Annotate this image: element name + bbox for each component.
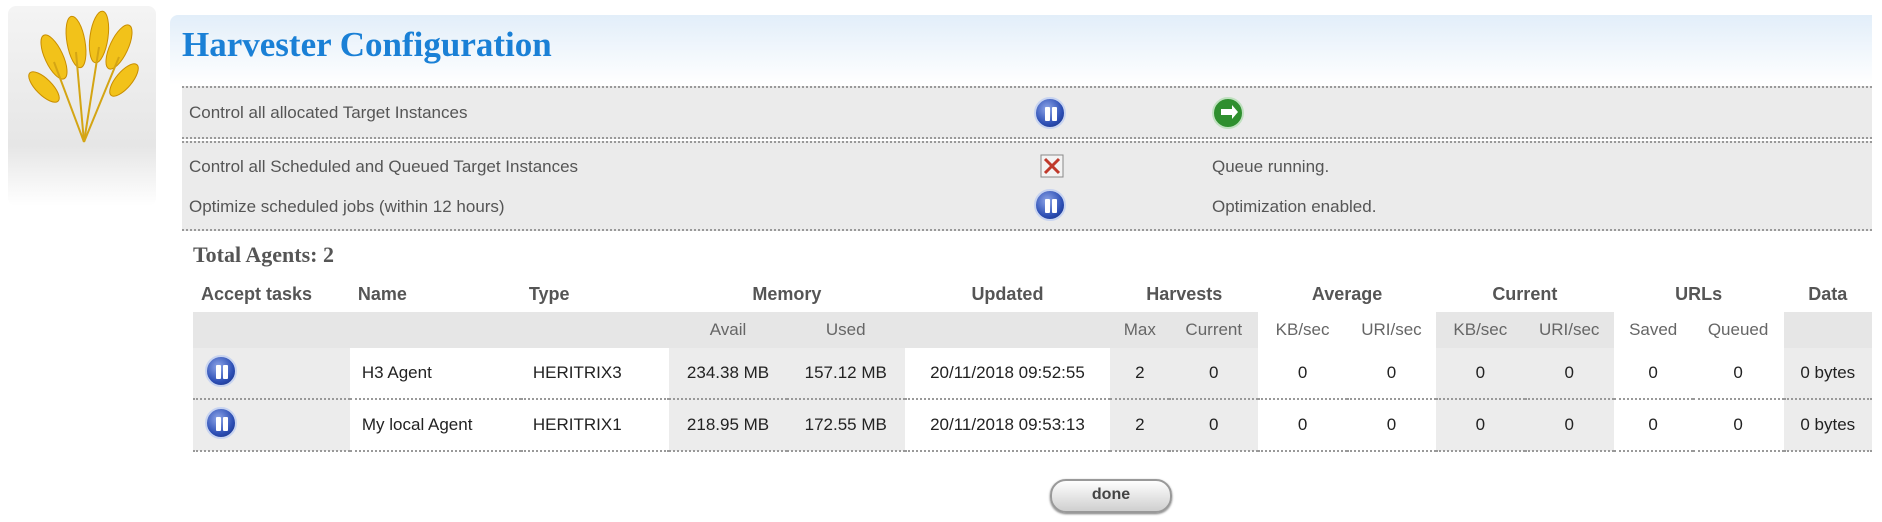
header-average: Average [1311,283,1383,304]
subheader-empty [1783,312,1872,348]
subheader-max: Max [1110,312,1170,348]
page-title: Harvester Configuration [182,25,552,64]
updated: 20/11/2018 09:53:13 [904,399,1111,452]
average-kb: 0 [1258,399,1347,452]
resume-icon[interactable] [1212,97,1244,134]
subheader-avg-uri: URI/sec [1346,312,1436,348]
current-uri: 0 [1524,348,1614,400]
control-label: Optimize scheduled jobs (within 12 hours… [189,197,505,216]
memory-avail: 218.95 MB [669,399,787,452]
control-label: Control all Scheduled and Queued Target … [189,157,579,176]
memory-used: 157.12 MB [786,348,905,400]
harvests-max: 2 [1110,399,1170,452]
control-row-allocated: Control all allocated Target Instances [182,93,1872,131]
pause-icon[interactable] [205,354,237,387]
agent-type: HERITRIX1 [520,399,670,452]
agent-name: My local Agent [349,399,521,452]
header-name: Name [357,283,407,304]
harvests-max: 2 [1110,348,1170,400]
memory-used: 172.55 MB [786,399,905,452]
control-panel-allocated: Control all allocated Target Instances [182,86,1872,139]
urls-queued: 0 [1692,399,1784,452]
urls-saved: 0 [1613,348,1693,400]
header-harvests: Harvests [1146,283,1223,304]
subheader-avg-kb: KB/sec [1258,312,1347,348]
average-uri: 0 [1346,348,1436,400]
control-panel-scheduled: Control all Scheduled and Queued Target … [182,141,1872,231]
header-type: Type [528,283,570,304]
pause-icon[interactable] [1034,97,1066,134]
logo-panel [8,6,156,206]
pause-icon[interactable] [1034,189,1066,226]
total-agents: Total Agents: 2 [193,242,334,267]
urls-queued: 0 [1692,348,1784,400]
harvests-current: 0 [1169,348,1259,400]
header-current: Current [1492,283,1558,304]
wheat-logo-icon [28,10,139,143]
subheader-cur-kb: KB/sec [1435,312,1525,348]
data-size: 0 bytes [1783,348,1872,400]
urls-saved: 0 [1613,399,1693,452]
subheader-used: Used [786,312,905,348]
current-uri: 0 [1524,399,1614,452]
header-memory: Memory [752,283,822,304]
average-kb: 0 [1258,348,1347,400]
subheader-empty [349,312,521,348]
subheader-avail: Avail [669,312,787,348]
accept-tasks-cell [193,348,350,400]
average-uri: 0 [1346,399,1436,452]
optimization-status: Optimization enabled. [1212,197,1377,216]
subheader-cur-uri: URI/sec [1524,312,1614,348]
updated: 20/11/2018 09:52:55 [904,348,1111,400]
current-kb: 0 [1435,348,1525,400]
accept-tasks-cell [193,399,350,452]
pause-icon[interactable] [205,406,237,439]
subheader-empty [520,312,670,348]
header-accept-tasks: Accept tasks [201,283,313,304]
done-button[interactable]: done [1050,479,1172,513]
table-header-groups: Accept tasks Name Type Memory Updated Ha… [193,276,1872,312]
stop-queue-icon[interactable] [1040,154,1064,183]
agent-type: HERITRIX3 [520,348,670,400]
subheader-queued: Queued [1692,312,1784,348]
subheader-current: Current [1169,312,1259,348]
agent-name: H3 Agent [349,348,521,400]
control-label: Control all allocated Target Instances [189,103,468,122]
memory-avail: 234.38 MB [669,348,787,400]
control-row-optimize: Optimize scheduled jobs (within 12 hours… [182,187,1872,225]
data-size: 0 bytes [1783,399,1872,452]
header-urls: URLs [1675,283,1723,304]
control-row-scheduled: Control all Scheduled and Queued Target … [182,147,1872,185]
harvests-current: 0 [1169,399,1259,452]
queue-status: Queue running. [1212,157,1330,176]
header-data: Data [1808,283,1848,304]
header-updated: Updated [971,283,1044,304]
table-row: My local Agent HERITRIX1 218.95 MB 172.5… [193,399,1872,452]
agents-table: Accept tasks Name Type Memory Updated Ha… [193,276,1872,452]
subheader-saved: Saved [1613,312,1693,348]
table-header-sub: Avail Used Max Current KB/sec URI/sec KB… [193,312,1872,348]
subheader-empty [193,312,350,348]
subheader-empty [904,312,1111,348]
main-content: Harvester Configuration Control all allo… [170,0,1872,513]
current-kb: 0 [1435,399,1525,452]
table-row: H3 Agent HERITRIX3 234.38 MB 157.12 MB 2… [193,348,1872,400]
